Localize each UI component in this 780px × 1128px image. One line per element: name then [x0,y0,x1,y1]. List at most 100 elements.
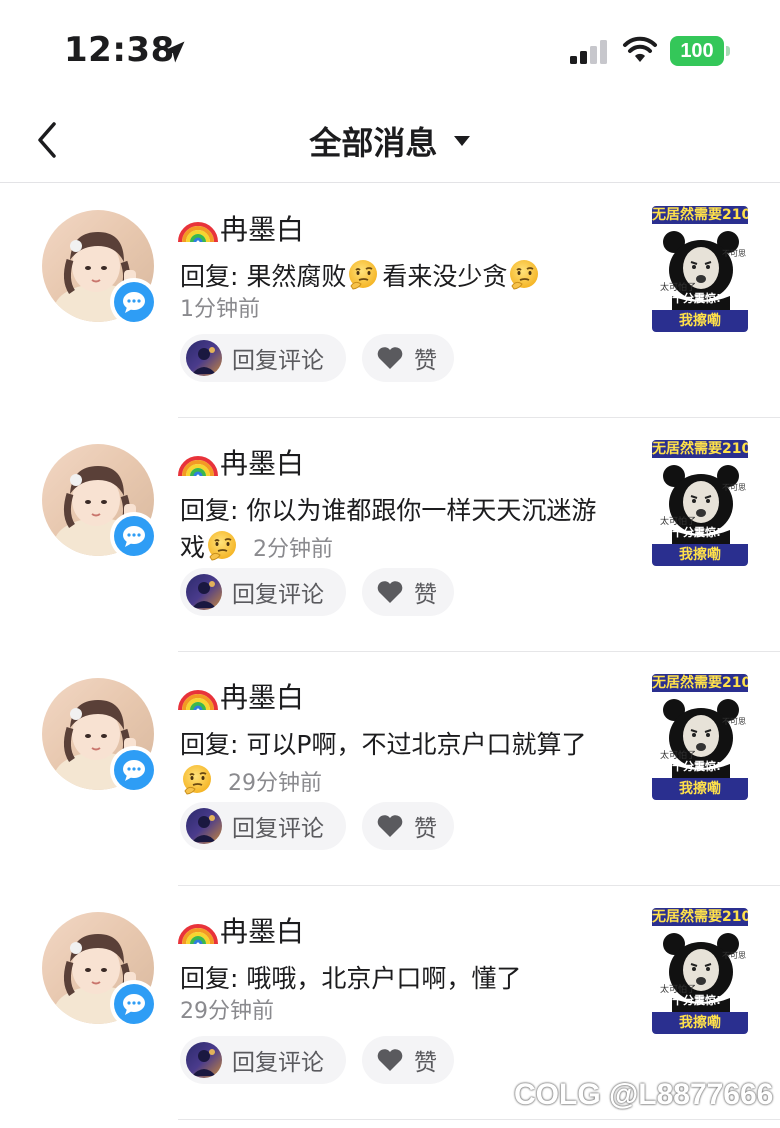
action-row: 回复评论 赞 [180,334,454,382]
thinking-face-icon [510,260,539,290]
message-body[interactable]: 回复: 你以为谁都跟你一样天天沉迷游戏 2分钟前 [180,492,620,568]
comment-badge [110,980,158,1028]
avatar [186,808,222,844]
thumbnail-caption: 十分震惊! [672,994,722,1007]
reply-comment-label: 回复评论 [232,816,324,842]
action-row: 回复评论 赞 [180,1036,454,1084]
username-row[interactable]: 冉墨白 [178,910,304,950]
thinking-face-icon [183,765,211,795]
comment-badge [110,512,158,560]
avatar [186,1042,222,1078]
message-time: 29分钟前 [228,771,322,796]
thumbnail-caption: 十分震惊! [672,760,722,773]
thinking-face-icon [349,260,378,290]
reply-user-avatar [186,1042,222,1078]
chat-bubble-icon [123,994,145,1015]
post-thumbnail[interactable]: 无居然需要210 太可怕了 不可思 十分震惊! 我擦嘞 [652,674,748,800]
action-row: 回复评论 赞 [180,802,454,850]
thumbnail-caption: 十分震惊! [672,526,722,539]
like-button[interactable]: 赞 [362,568,454,616]
location-arrow-icon [163,41,185,63]
message-item[interactable]: 冉墨白 回复: 果然腐败 看来没少贪 1分钟前 无居然需要210 太可怕了 不可思 十分震惊!… [0,184,780,418]
username: 冉墨白 [220,915,305,948]
like-label: 赞 [414,582,437,608]
thumbnail-banner: 无居然需要210 [652,908,748,926]
rainbow-icon [178,456,218,477]
thumbnail-caption: 十分震惊! [672,292,722,305]
username-row[interactable]: 冉墨白 [178,208,304,248]
username-row[interactable]: 冉墨白 [178,442,304,482]
reply-comment-button[interactable]: 回复评论 [180,1036,346,1084]
message-text: 回复: 果然腐败 [180,262,347,291]
thumbnail-side-text: 不可思 [722,717,746,726]
username-row[interactable]: 冉墨白 [178,676,304,716]
message-text: 看来没少贪 [382,262,508,291]
thumbnail-banner: 无居然需要210 [652,674,748,692]
status-time: 12:38 [64,30,175,70]
wifi-icon [623,36,657,62]
reply-comment-button[interactable]: 回复评论 [180,802,346,850]
username: 冉墨白 [220,447,305,480]
rainbow-icon [178,222,218,243]
thinking-face-icon [208,531,237,561]
thumbnail-footer: 我擦嘞 [652,310,748,332]
message-item[interactable]: 冉墨白 回复: 你以为谁都跟你一样天天沉迷游戏 2分钟前 无居然需要210 太可怕了 不可… [0,418,780,652]
message-body[interactable]: 回复: 可以P啊，不过北京户口就算了 29分钟前 [180,726,620,802]
nav-bar: 全部消息 [0,100,780,183]
like-button[interactable]: 赞 [362,334,454,382]
chat-bubble-icon [123,526,145,547]
reply-user-avatar [186,808,222,844]
message-time: 29分钟前 [180,999,274,1024]
like-label: 赞 [414,816,437,842]
message-body[interactable]: 回复: 果然腐败 看来没少贪 1分钟前 [180,258,620,325]
reply-user-avatar [186,340,222,376]
thumbnail-side-text: 不可思 [722,483,746,492]
thumbnail-side-text: 不可思 [722,249,746,258]
rainbow-icon [178,690,218,711]
battery-tip [726,46,730,56]
like-button[interactable]: 赞 [362,802,454,850]
username: 冉墨白 [220,213,305,246]
thumbnail-footer: 我擦嘞 [652,1012,748,1034]
thumbnail-footer: 我擦嘞 [652,778,748,800]
divider [178,1119,780,1120]
message-text: 回复: 可以P啊，不过北京户口就算了 [180,730,587,759]
reply-comment-label: 回复评论 [232,348,324,374]
message-item[interactable]: 冉墨白 回复: 可以P啊，不过北京户口就算了29分钟前 无居然需要210 太可怕了 不可… [0,652,780,886]
reply-comment-label: 回复评论 [232,1050,324,1076]
reply-comment-label: 回复评论 [232,582,324,608]
triangle-down-icon [453,136,470,146]
avatar [186,574,222,610]
post-thumbnail[interactable]: 无居然需要210 太可怕了 不可思 十分震惊! 我擦嘞 [652,440,748,566]
battery-indicator: 100 [670,36,732,66]
message-time: 2分钟前 [253,537,334,562]
message-body[interactable]: 回复: 哦哦，北京户口啊，懂了 29分钟前 [180,960,620,1027]
post-thumbnail[interactable]: 无居然需要210 太可怕了 不可思 十分震惊! 我擦嘞 [652,206,748,332]
cellular-signal-icon [570,40,607,64]
rainbow-icon [178,924,218,945]
chat-bubble-icon [123,292,145,313]
username: 冉墨白 [220,681,305,714]
message-filter-dropdown[interactable]: 全部消息 [0,118,780,164]
battery-level: 100 [670,36,724,66]
heart-icon [377,815,403,837]
action-row: 回复评论 赞 [180,568,454,616]
page-title: 全部消息 [309,124,438,162]
reply-user-avatar [186,574,222,610]
thumbnail-side-text: 不可思 [722,951,746,960]
like-label: 赞 [414,1050,437,1076]
watermark-text: COLG @L8877666 [514,1078,774,1111]
comment-badge [110,746,158,794]
like-label: 赞 [414,348,437,374]
reply-comment-button[interactable]: 回复评论 [180,334,346,382]
avatar [186,340,222,376]
post-thumbnail[interactable]: 无居然需要210 太可怕了 不可思 十分震惊! 我擦嘞 [652,908,748,1034]
message-text: 回复: 哦哦，北京户口啊，懂了 [180,964,522,993]
status-bar: 12:38 100 [0,0,780,100]
thumbnail-banner: 无居然需要210 [652,206,748,224]
heart-icon [377,347,403,369]
comment-badge [110,278,158,326]
like-button[interactable]: 赞 [362,1036,454,1084]
reply-comment-button[interactable]: 回复评论 [180,568,346,616]
message-time: 1分钟前 [180,297,260,322]
